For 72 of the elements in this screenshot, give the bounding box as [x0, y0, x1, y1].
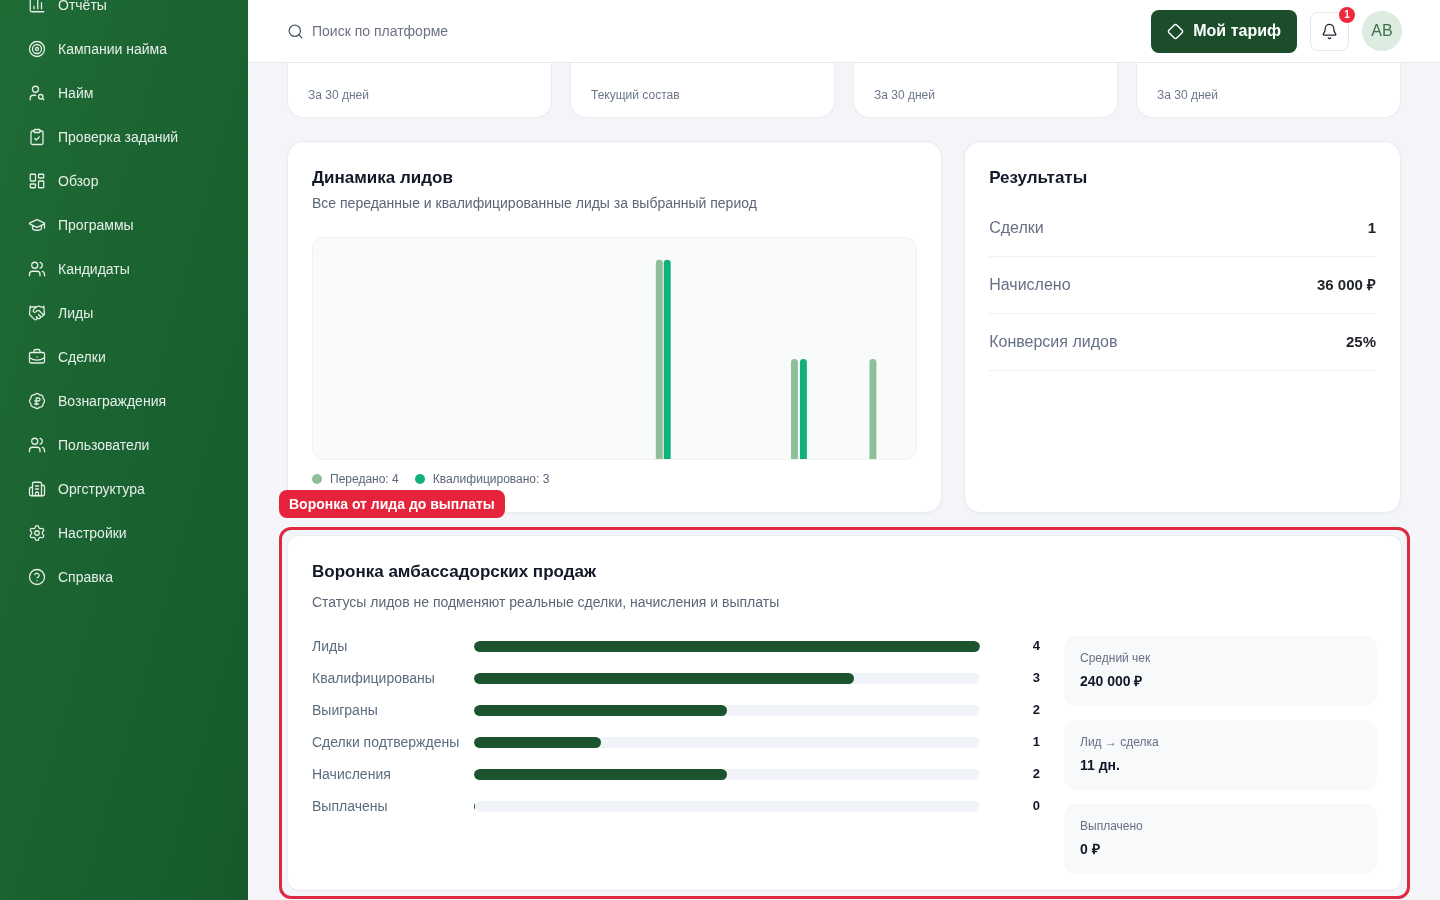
stat-label: Выплачено: [1080, 818, 1144, 834]
card-subtitle: Все переданные и квалифицированные лиды за выбранный период: [312, 194, 758, 213]
card-subtitle: Статусы лидов не подменяют реальные сделки, начисления и выплаты: [312, 593, 781, 612]
result-label: Сделки: [989, 218, 1044, 238]
bell-icon: [1321, 22, 1338, 40]
nav-item[interactable]: Настройки: [0, 511, 248, 555]
nav-item[interactable]: Пользователи: [0, 423, 248, 467]
funnel-count: 3: [1031, 669, 1040, 687]
notifications-button[interactable]: [1310, 11, 1349, 51]
graduation-cap-icon: [28, 216, 46, 234]
funnel-stage-label: Сделки подтверждены: [312, 733, 461, 752]
result-value: 36 000 ₽: [1316, 275, 1376, 295]
stat-caption: Текущий состав: [591, 88, 680, 102]
handshake-icon: [28, 304, 46, 322]
result-label: Конверсия лидов: [989, 332, 1118, 352]
nav-item[interactable]: Сделки: [0, 335, 248, 379]
stat-caption: За 30 дней: [874, 88, 935, 102]
result-label: Начислено: [989, 275, 1071, 295]
stat-value: 0 ₽: [1080, 840, 1101, 859]
funnel-count: 4: [1031, 637, 1040, 655]
notification-badge: 1: [1339, 6, 1355, 23]
stat-caption: За 30 дней: [308, 88, 369, 102]
annotation-label: Воронка от лида до выплаты: [279, 490, 505, 518]
stat-label: Лид → сделка: [1080, 734, 1160, 750]
clipboard-check-icon: [28, 128, 46, 146]
dashboard-grid-icon: [28, 172, 46, 190]
nav-item[interactable]: Программы: [0, 203, 248, 247]
nav-item[interactable]: Оргструктура: [0, 467, 248, 511]
result-value: 25%: [1345, 332, 1376, 352]
nav-item[interactable]: Вознаграждения: [0, 379, 248, 423]
bar-chart-icon: [28, 0, 46, 14]
nav-item[interactable]: Лиды: [0, 291, 248, 335]
search-icon: [287, 22, 304, 40]
user-search-icon: [28, 84, 46, 102]
stat-value: 11 дн.: [1080, 756, 1121, 775]
funnel-stage-label: Выплачены: [312, 797, 389, 816]
nav-item[interactable]: Проверка заданий: [0, 115, 248, 159]
ruble-badge-icon: [28, 392, 46, 410]
settings-icon: [28, 524, 46, 542]
stat-caption: За 30 дней: [1157, 88, 1218, 102]
stat-label: Средний чек: [1080, 650, 1152, 666]
funnel-count: 0: [1031, 797, 1040, 815]
users-icon: [28, 260, 46, 278]
funnel-count: 2: [1031, 765, 1040, 783]
card-title: Воронка амбассадорских продаж: [312, 561, 597, 583]
users-icon: [28, 436, 46, 454]
legend-label: Квалифицировано: 3: [432, 471, 550, 487]
card-title: Результаты: [989, 167, 1089, 189]
nav-item[interactable]: Справка: [0, 555, 248, 599]
briefcase-icon: [28, 348, 46, 366]
diamond-icon: [1167, 22, 1185, 40]
funnel-stage-label: Квалифицированы: [312, 669, 436, 688]
nav-item[interactable]: Кампании найма: [0, 27, 248, 71]
target-icon: [28, 40, 46, 58]
funnel-count: 1: [1031, 733, 1040, 751]
result-value: 1: [1367, 218, 1376, 238]
building-icon: [28, 480, 46, 498]
funnel-stage-label: Выиграны: [312, 701, 379, 720]
search-field[interactable]: Поиск по платформе: [312, 19, 572, 43]
nav-item[interactable]: Найм: [0, 71, 248, 115]
nav-item[interactable]: Отчёты: [0, 0, 248, 27]
user-avatar[interactable]: АВ: [1362, 11, 1402, 51]
card-title: Динамика лидов: [312, 167, 454, 189]
funnel-stage-label: Начисления: [312, 765, 392, 784]
stat-value: 240 000 ₽: [1080, 672, 1144, 691]
nav-item[interactable]: Кандидаты: [0, 247, 248, 291]
funnel-stage-label: Лиды: [312, 637, 349, 656]
funnel-count: 2: [1031, 701, 1040, 719]
help-icon: [28, 568, 46, 586]
legend-label: Передано: 4: [330, 471, 399, 487]
nav-item[interactable]: Обзор: [0, 159, 248, 203]
plan-button[interactable]: Мой тариф: [1151, 9, 1297, 53]
